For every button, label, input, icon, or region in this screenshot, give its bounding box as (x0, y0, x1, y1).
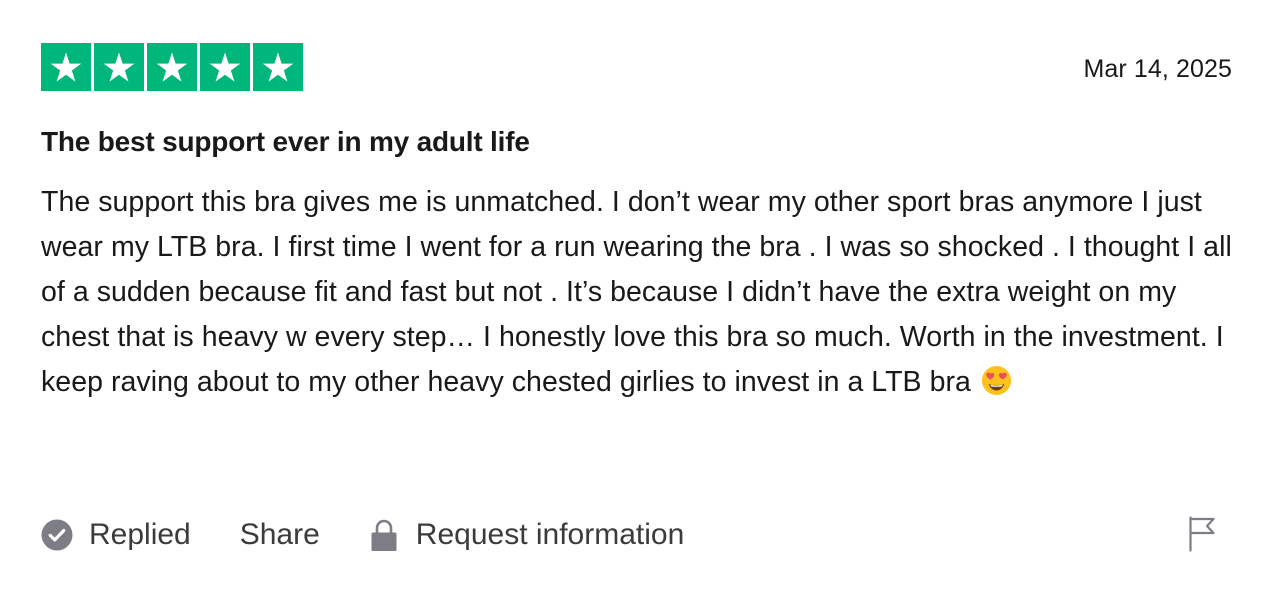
share-label: Share (239, 518, 320, 551)
star-3 (147, 43, 197, 91)
star-1 (41, 43, 91, 91)
request-information-button[interactable]: Request information (370, 518, 684, 552)
review-body-text: The support this bra gives me is unmatch… (41, 186, 1232, 398)
review-actions: Replied Share Request information (41, 512, 684, 558)
review-date: Mar 14, 2025 (1083, 55, 1232, 83)
heart-eyes-emoji-icon (981, 365, 1011, 396)
star-icon (50, 52, 82, 82)
star-icon (156, 52, 188, 82)
lock-icon (370, 518, 398, 552)
flag-button[interactable] (1188, 516, 1216, 557)
review-card: Mar 14, 2025 The best support ever in my… (0, 0, 1272, 590)
star-2 (94, 43, 144, 91)
replied-label: Replied (89, 518, 191, 551)
replied-button[interactable]: Replied (41, 518, 191, 552)
star-4 (200, 43, 250, 91)
review-title: The best support ever in my adult life (41, 126, 530, 157)
review-body: The support this bra gives me is unmatch… (41, 180, 1241, 405)
flag-icon (1189, 516, 1215, 552)
star-rating (41, 43, 303, 91)
star-icon (209, 52, 241, 82)
check-circle-icon (41, 519, 73, 551)
request-information-label: Request information (415, 518, 685, 551)
star-5 (253, 43, 303, 91)
share-button[interactable]: Share (240, 518, 320, 552)
star-icon (262, 52, 294, 82)
star-icon (103, 52, 135, 82)
